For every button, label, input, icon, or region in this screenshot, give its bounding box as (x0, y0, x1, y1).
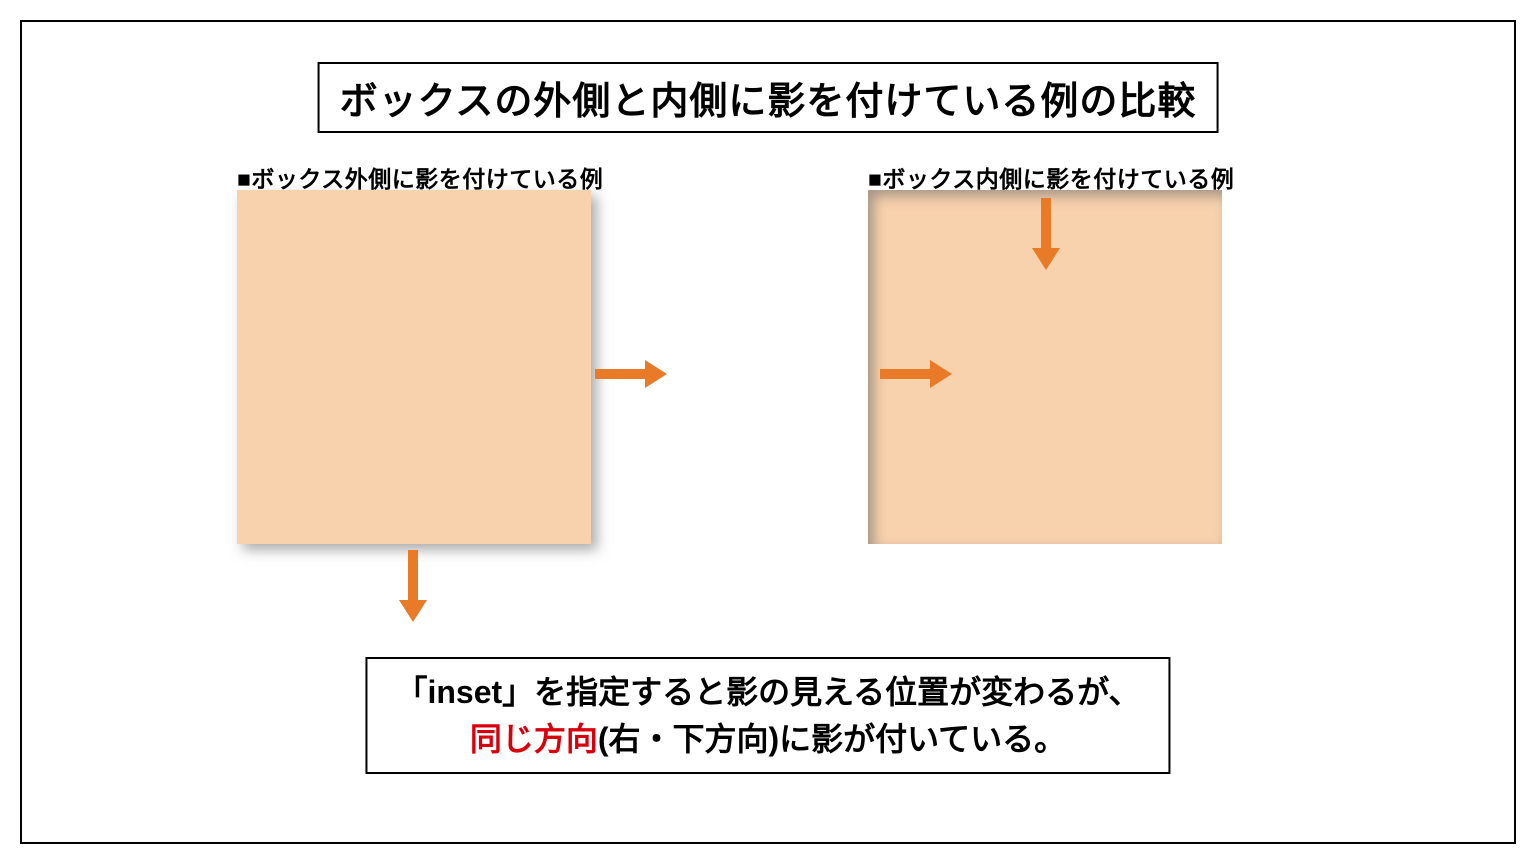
footer-emphasis: 同じ方向 (470, 721, 598, 757)
outer-example-caption: ■ボックス外側に影を付けている例 (237, 160, 603, 194)
footer-line1: 「inset」を指定すると影の見える位置が変わるが、 (395, 674, 1140, 710)
footer-note: 「inset」を指定すると影の見える位置が変わるが、 同じ方向(右・下方向)に影… (365, 657, 1170, 774)
arrow-right-icon (880, 358, 952, 395)
arrow-down-icon (1030, 198, 1062, 275)
page-title: ボックスの外側と内側に影を付けている例の比較 (318, 62, 1219, 133)
diagram-stage: ボックスの外側と内側に影を付けている例の比較 ■ボックス外側に影を付けている例 … (0, 0, 1536, 864)
arrow-down-icon (397, 550, 429, 627)
arrow-right-icon (595, 358, 667, 395)
inner-example-caption: ■ボックス内側に影を付けている例 (868, 160, 1234, 194)
footer-line2-tail: (右・下方向)に影が付いている。 (598, 721, 1066, 757)
outer-shadow-box (237, 190, 591, 544)
